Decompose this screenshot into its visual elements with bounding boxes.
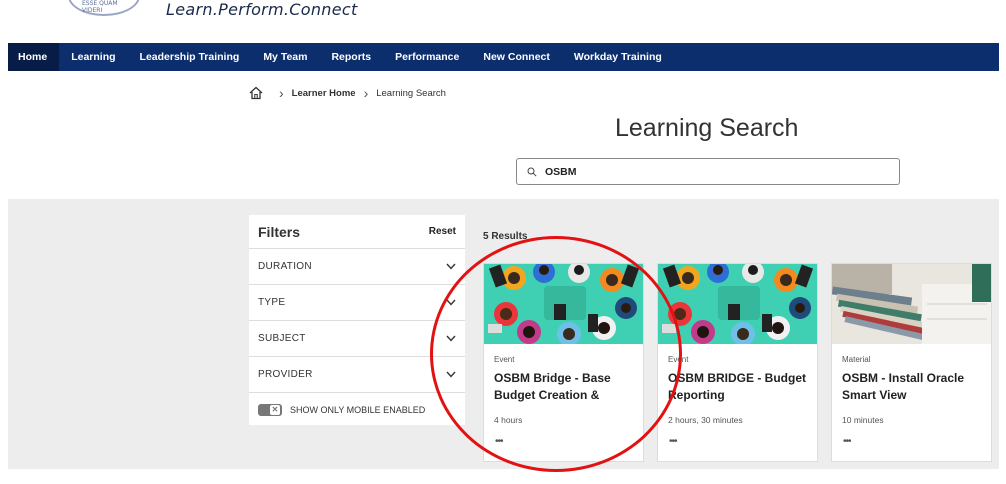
nav-item-reports[interactable]: Reports	[319, 43, 383, 71]
result-card[interactable]: Event OSBM Bridge - Base Budget Creation…	[483, 263, 644, 462]
page-title: Learning Search	[615, 114, 799, 142]
home-icon[interactable]	[249, 86, 263, 100]
card-type: Event	[494, 355, 515, 364]
card-type: Event	[668, 355, 689, 364]
nav-item-new-connect[interactable]: New Connect	[471, 43, 562, 71]
result-card[interactable]: Material OSBM - Install Oracle Smart Vie…	[831, 263, 992, 462]
card-type: Material	[842, 355, 871, 364]
nav-item-my-team[interactable]: My Team	[251, 43, 319, 71]
filter-subject[interactable]: SUBJECT	[249, 321, 465, 357]
mobile-filter-row: ✕ SHOW ONLY MOBILE ENABLED	[249, 393, 465, 427]
nav-item-leadership-training[interactable]: Leadership Training	[128, 43, 252, 71]
nav-item-workday-training[interactable]: Workday Training	[562, 43, 674, 71]
filter-label: SUBJECT	[258, 333, 306, 344]
filters-reset-link[interactable]: Reset	[429, 226, 456, 237]
search-value: OSBM	[545, 165, 577, 178]
filter-provider[interactable]: PROVIDER	[249, 357, 465, 393]
page: ESSE QUAM VIDERI Learn.Perform.Connect H…	[0, 0, 1006, 484]
card-duration: 2 hours, 30 minutes	[668, 415, 743, 425]
filters-title: Filters	[258, 223, 301, 240]
breadcrumb-separator-icon: ›	[363, 85, 369, 101]
card-duration: 4 hours	[494, 415, 523, 425]
logo-text: ESSE QUAM VIDERI	[82, 0, 118, 14]
main-nav: Home Learning Leadership Training My Tea…	[8, 43, 999, 71]
nav-item-performance[interactable]: Performance	[383, 43, 471, 71]
card-title[interactable]: OSBM - Install Oracle Smart View	[842, 370, 981, 406]
breadcrumb-separator-icon: ›	[279, 85, 284, 101]
results-count: 5 Results	[483, 231, 528, 242]
team-meeting-image	[484, 264, 643, 344]
breadcrumb: › Learner Home › Learning Search	[249, 86, 446, 100]
more-options-icon[interactable]: •••	[669, 436, 677, 447]
books-image	[832, 264, 991, 344]
breadcrumb-learner-home[interactable]: Learner Home	[292, 88, 356, 99]
filter-label: PROVIDER	[258, 369, 313, 380]
card-title[interactable]: OSBM BRIDGE - Budget Reporting	[668, 370, 807, 406]
site-tagline: Learn.Perform.Connect	[166, 0, 358, 19]
filters-header: Filters Reset	[249, 215, 465, 249]
filter-label: DURATION	[258, 261, 312, 272]
breadcrumb-learning-search: Learning Search	[376, 87, 446, 99]
card-duration: 10 minutes	[842, 415, 884, 425]
mobile-toggle-label: SHOW ONLY MOBILE ENABLED	[290, 405, 426, 415]
result-card[interactable]: Event OSBM BRIDGE - Budget Reporting 2 h…	[657, 263, 818, 462]
search-icon	[527, 167, 537, 177]
close-icon: ✕	[270, 405, 280, 415]
chevron-down-icon	[446, 299, 456, 306]
nav-item-home[interactable]: Home	[8, 43, 60, 71]
chevron-down-icon	[446, 371, 456, 378]
mobile-enabled-toggle[interactable]: ✕	[258, 404, 282, 416]
filter-type[interactable]: TYPE	[249, 285, 465, 321]
nav-item-learning[interactable]: Learning	[59, 43, 127, 71]
filter-label: TYPE	[258, 297, 286, 308]
filters-panel: Filters Reset DURATION TYPE SUBJECT PROV…	[249, 215, 465, 425]
logo[interactable]: ESSE QUAM VIDERI	[68, 0, 140, 16]
card-title[interactable]: OSBM Bridge - Base Budget Creation &	[494, 370, 633, 406]
search-input[interactable]: OSBM	[516, 158, 900, 185]
more-options-icon[interactable]: •••	[843, 436, 851, 447]
chevron-down-icon	[446, 263, 456, 270]
more-options-icon[interactable]: •••	[495, 436, 503, 447]
team-meeting-image	[658, 264, 817, 344]
filter-duration[interactable]: DURATION	[249, 249, 465, 285]
chevron-down-icon	[446, 335, 456, 342]
